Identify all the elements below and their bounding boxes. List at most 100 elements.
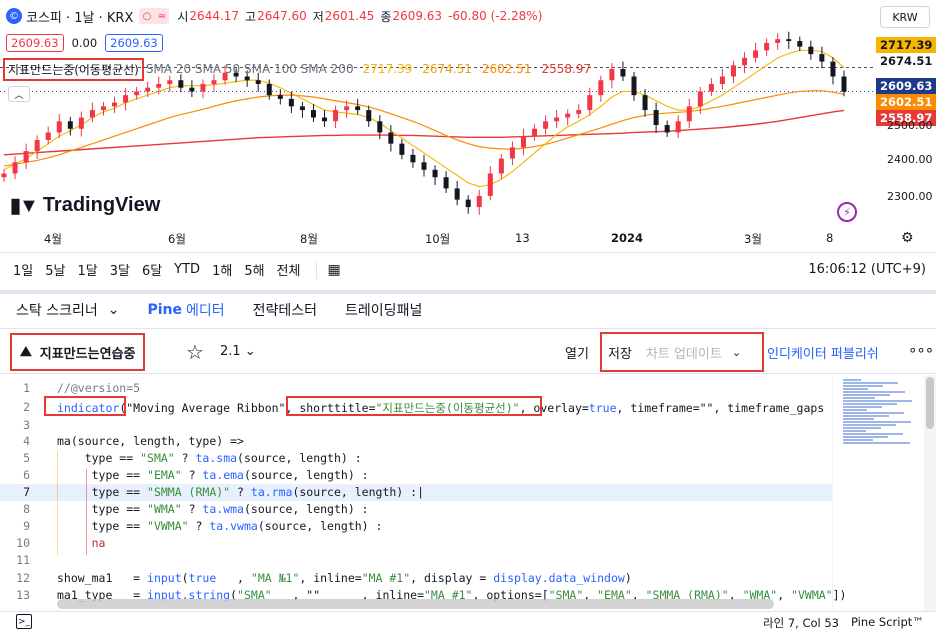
- candle-body[interactable]: [288, 98, 294, 107]
- candle-body[interactable]: [333, 110, 339, 122]
- horizontal-scrollbar[interactable]: [57, 599, 774, 609]
- candle-body[interactable]: [134, 91, 140, 96]
- candle-body[interactable]: [211, 80, 217, 84]
- candle-body[interactable]: [123, 95, 129, 103]
- update-chart-button[interactable]: 차트 업데이트: [646, 343, 722, 362]
- collapse-legend-button[interactable]: ︿: [8, 86, 30, 102]
- star-icon[interactable]: ☆: [186, 340, 204, 364]
- candle-body[interactable]: [620, 69, 626, 77]
- candle-body[interactable]: [498, 158, 504, 174]
- vertical-scrollbar[interactable]: [924, 375, 936, 611]
- candle-body[interactable]: [34, 139, 40, 152]
- candle-body[interactable]: [509, 147, 515, 159]
- candle-body[interactable]: [299, 106, 305, 111]
- range-3m-button[interactable]: 3달: [110, 260, 130, 279]
- candle-body[interactable]: [775, 39, 781, 43]
- candle-body[interactable]: [355, 106, 361, 111]
- candle-body[interactable]: [277, 95, 283, 99]
- candle-body[interactable]: [697, 91, 703, 107]
- tab-strategy-tester[interactable]: 전략테스터: [253, 300, 317, 320]
- code-minimap[interactable]: [832, 375, 924, 611]
- candle-body[interactable]: [89, 110, 95, 118]
- candle-body[interactable]: [178, 80, 184, 88]
- chart-area[interactable]: © 코스피 · 1날 · KRX ○ ≈ 시 2644.17 고 2647.60 저…: [0, 0, 936, 252]
- candle-body[interactable]: [686, 106, 692, 122]
- candle-body[interactable]: [520, 136, 526, 148]
- open-button[interactable]: 열기: [565, 343, 589, 362]
- publish-indicator-button[interactable]: 인디케이터 퍼블리쉬: [767, 343, 879, 362]
- tab-stock-screener[interactable]: 스탁 스크리너 ⌄: [16, 300, 119, 320]
- more-icon[interactable]: ∘∘∘: [908, 341, 934, 359]
- symbol-status-badge[interactable]: ○ ≈: [139, 8, 170, 24]
- candle-body[interactable]: [399, 143, 405, 155]
- range-5y-button[interactable]: 5해: [244, 260, 264, 279]
- symbol-name[interactable]: 코스피 · 1날 · KRX: [26, 7, 133, 26]
- code-line[interactable]: show_ma1 = input(true , "MA №1", inline=…: [57, 571, 632, 585]
- candle-body[interactable]: [410, 154, 416, 163]
- candle-body[interactable]: [587, 95, 593, 111]
- tab-trading-panel[interactable]: 트레이딩패널: [345, 300, 422, 320]
- candle-body[interactable]: [45, 132, 51, 140]
- candle-body[interactable]: [532, 128, 538, 137]
- pine-version[interactable]: Pine Script™ v5: [851, 615, 936, 631]
- candle-body[interactable]: [819, 54, 825, 62]
- candle-body[interactable]: [719, 76, 725, 84]
- range-1d-button[interactable]: 1일: [13, 260, 33, 279]
- script-title[interactable]: ⛰ 지표만드는연습중: [10, 333, 146, 371]
- candle-body[interactable]: [631, 76, 637, 96]
- candle-body[interactable]: [100, 106, 106, 111]
- candle-body[interactable]: [377, 121, 383, 133]
- candle-body[interactable]: [609, 69, 615, 81]
- candle-body[interactable]: [576, 110, 582, 114]
- candle-body[interactable]: [554, 117, 560, 122]
- buy-price-button[interactable]: 2609.63: [105, 34, 163, 52]
- candle-body[interactable]: [200, 83, 206, 92]
- candle-body[interactable]: [112, 102, 118, 107]
- code-line[interactable]: //@version=5: [57, 381, 140, 395]
- candle-body[interactable]: [1, 173, 7, 178]
- scroll-thumb[interactable]: [926, 377, 934, 429]
- candle-body[interactable]: [322, 117, 328, 122]
- tab-pine-editor[interactable]: Pine 에디터: [147, 300, 224, 320]
- candle-body[interactable]: [56, 121, 62, 133]
- candle-body[interactable]: [808, 46, 814, 55]
- candle-body[interactable]: [12, 162, 18, 174]
- candle-body[interactable]: [730, 65, 736, 77]
- candle-body[interactable]: [366, 110, 372, 122]
- candle-body[interactable]: [145, 87, 151, 92]
- console-icon[interactable]: >_: [16, 614, 32, 629]
- calendar-icon[interactable]: ▦: [327, 262, 340, 278]
- candle-body[interactable]: [443, 177, 449, 189]
- chart-settings-gear-icon[interactable]: ⚙: [901, 230, 914, 246]
- candle-body[interactable]: [487, 173, 493, 196]
- candle-body[interactable]: [23, 151, 29, 163]
- candle-body[interactable]: [465, 199, 471, 208]
- candle-body[interactable]: [565, 113, 571, 118]
- candle-body[interactable]: [421, 162, 427, 170]
- clock-timezone[interactable]: 16:06:12 (UTC+9): [808, 262, 926, 277]
- candle-body[interactable]: [310, 110, 316, 118]
- range-1m-button[interactable]: 1달: [77, 260, 97, 279]
- candle-body[interactable]: [78, 117, 84, 129]
- candle-body[interactable]: [266, 83, 272, 96]
- bolt-icon[interactable]: ⚡: [837, 202, 857, 222]
- code-line[interactable]: type == "SMA" ? ta.sma(source, length) :: [57, 451, 362, 465]
- code-line[interactable]: na: [57, 536, 106, 550]
- candle-body[interactable]: [664, 125, 670, 133]
- save-button[interactable]: 저장: [608, 343, 632, 362]
- code-line[interactable]: type == "EMA" ? ta.ema(source, length) :: [57, 468, 369, 482]
- candle-body[interactable]: [543, 121, 549, 129]
- currency-button[interactable]: KRW: [880, 6, 930, 28]
- cursor-position[interactable]: 라인 7, Col 53: [763, 615, 839, 631]
- candle-body[interactable]: [786, 39, 792, 42]
- code-line[interactable]: ma(source, length, type) =>: [57, 434, 244, 448]
- candle-body[interactable]: [388, 132, 394, 144]
- candle-body[interactable]: [830, 61, 836, 77]
- candle-body[interactable]: [764, 42, 770, 51]
- indicator-legend[interactable]: 지표만드는중(이동평균선) SMA 20 SMA 50 SMA 100 SMA …: [3, 57, 596, 81]
- candle-body[interactable]: [797, 41, 803, 47]
- range-6m-button[interactable]: 6달: [142, 260, 162, 279]
- candle-body[interactable]: [432, 169, 438, 178]
- code-line[interactable]: type == "WMA" ? ta.wma(source, length) :: [57, 502, 369, 516]
- range-all-button[interactable]: 전체: [277, 260, 301, 279]
